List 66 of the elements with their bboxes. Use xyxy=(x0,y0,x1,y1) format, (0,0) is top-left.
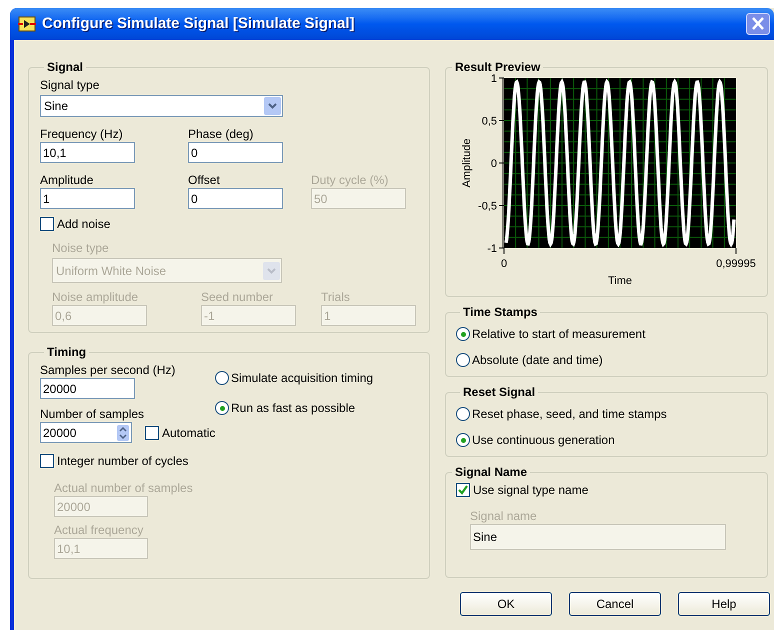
input-field[interactable]: 1 xyxy=(40,188,135,209)
checkbox-label: Integer number of cycles xyxy=(57,453,188,470)
section-title: Result Preview xyxy=(454,59,542,74)
dialog-button[interactable]: Cancel xyxy=(569,592,661,616)
radio-label: Run as fast as possible xyxy=(231,400,356,417)
checkbox-label: Add noise xyxy=(57,216,110,233)
app-icon xyxy=(18,16,36,32)
section-title: Signal Name xyxy=(454,464,528,481)
field-label: Phase (deg) xyxy=(188,126,254,140)
radio-label: Absolute (date and time) xyxy=(472,352,603,369)
radio-label: Relative to start of measurement xyxy=(472,326,646,343)
dialog-button[interactable]: Help xyxy=(678,592,770,616)
spinner-icon[interactable] xyxy=(117,425,129,441)
field-label: Frequency (Hz) xyxy=(40,126,124,140)
radio-button[interactable] xyxy=(456,407,470,421)
checkbox[interactable] xyxy=(456,483,470,497)
axis-tick-label: 1 xyxy=(490,73,497,85)
field-label: Actual number of samples xyxy=(54,480,194,494)
section-title: Reset Signal xyxy=(462,384,536,401)
dialog-button[interactable]: OK xyxy=(460,592,552,616)
axis-title: Amplitude xyxy=(461,138,473,188)
field-label: Signal name xyxy=(470,508,538,522)
axis-title: Time xyxy=(608,275,632,286)
window-title: Configure Simulate Signal [Simulate Signal] xyxy=(42,14,355,34)
radio-button[interactable] xyxy=(456,327,470,341)
caret-icon xyxy=(263,262,280,280)
checkbox[interactable] xyxy=(40,454,54,468)
field-label: Trials xyxy=(321,289,351,303)
checkbox[interactable] xyxy=(145,426,159,440)
input-field[interactable]: 0 xyxy=(188,142,283,163)
field-label: Amplitude xyxy=(40,172,94,186)
radio-button[interactable] xyxy=(215,401,229,415)
field-label: Duty cycle (%) xyxy=(311,172,390,186)
checkbox-label: Automatic xyxy=(162,424,216,442)
axis-tick-label: 0 xyxy=(500,258,508,270)
field-label: Noise type xyxy=(52,240,110,254)
axis-tick-label: 0 xyxy=(490,158,497,170)
checkbox-label: Use signal type name xyxy=(473,482,588,499)
section-title: Timing xyxy=(46,344,88,361)
radio-button[interactable] xyxy=(456,353,470,367)
radio-button[interactable] xyxy=(215,371,229,385)
field-label: Offset xyxy=(188,172,221,186)
axis-tick-label: -0,5 xyxy=(478,200,497,212)
field-label: Actual frequency xyxy=(54,522,144,536)
input-field[interactable]: 0 xyxy=(188,188,283,209)
input-field[interactable]: 10,1 xyxy=(40,142,135,163)
dropdown[interactable]: Sine xyxy=(40,95,283,117)
section-title: Signal xyxy=(46,59,84,76)
input-field[interactable]: 20000 xyxy=(40,378,135,399)
axis-tick-label: -1 xyxy=(487,243,497,255)
radio-button[interactable] xyxy=(456,433,470,447)
section-title: Time Stamps xyxy=(462,304,538,321)
field-label: Seed number xyxy=(201,289,274,303)
field-label: Samples per second (Hz) xyxy=(40,362,176,376)
radio-label: Simulate acquisition timing xyxy=(231,370,374,387)
axis-tick-label: 0,5 xyxy=(482,116,497,128)
input-field[interactable]: 20000 xyxy=(40,422,132,443)
radio-label: Use continuous generation xyxy=(472,432,615,449)
field-label: Number of samples xyxy=(40,406,146,420)
radio-label: Reset phase, seed, and time stamps xyxy=(472,406,667,423)
checkbox[interactable] xyxy=(40,217,54,231)
close-icon[interactable] xyxy=(746,13,770,35)
caret-icon xyxy=(264,97,281,115)
field-label: Noise amplitude xyxy=(52,289,140,303)
field-label: Signal type xyxy=(40,77,100,91)
axis-tick-label: 0,99995 xyxy=(716,258,756,270)
